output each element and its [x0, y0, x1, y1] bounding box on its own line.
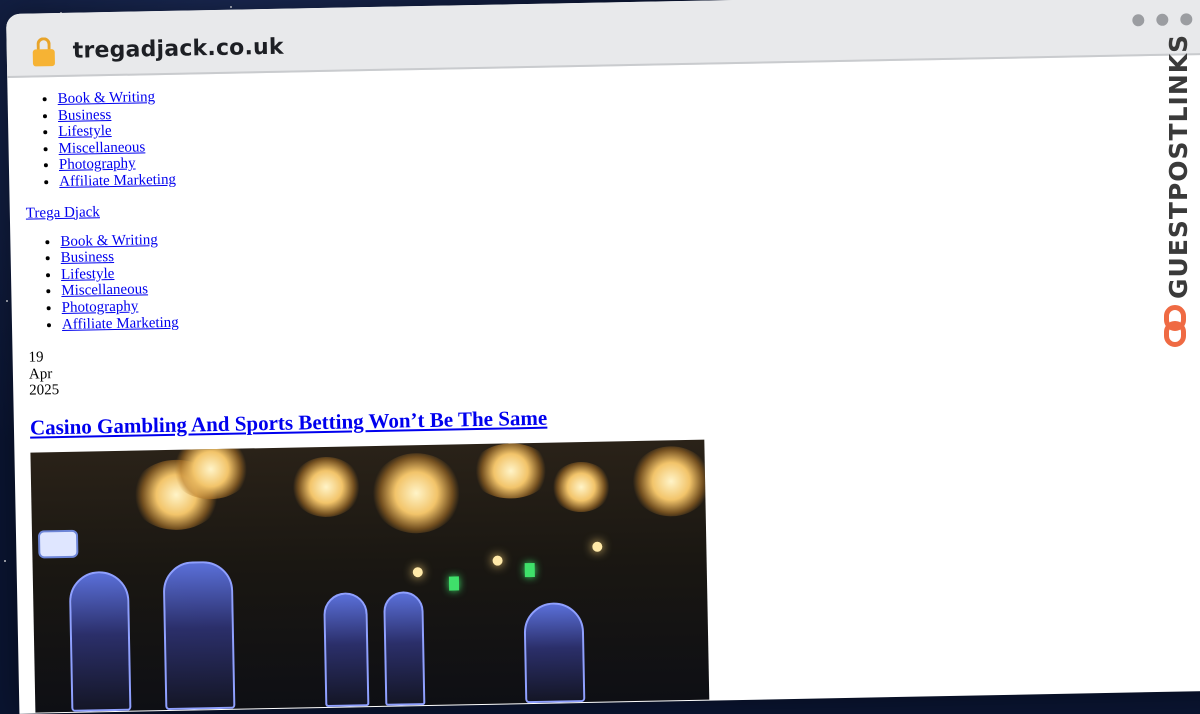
address-bar-url[interactable]: tregadjack.co.uk: [72, 35, 284, 64]
slot-machine: [383, 591, 426, 706]
nav-link-miscellaneous[interactable]: Miscellaneous: [58, 139, 145, 157]
link-chain-icon: [1162, 305, 1190, 349]
chandelier: [370, 452, 463, 534]
star: [230, 6, 232, 8]
slot-machine: [68, 570, 132, 712]
window-dot[interactable]: [1180, 13, 1193, 26]
window-dots-icon[interactable]: [1132, 13, 1193, 27]
nav-link-photography[interactable]: Photography: [61, 298, 138, 315]
nav-link-book-writing[interactable]: Book & Writing: [57, 89, 155, 107]
chandelier: [630, 445, 710, 517]
light: [412, 567, 423, 578]
nav-link-business[interactable]: Business: [61, 249, 115, 266]
browser-window: tregadjack.co.uk Book & Writing Business…: [6, 0, 1200, 714]
nav-link-photography[interactable]: Photography: [59, 156, 136, 173]
star: [4, 560, 6, 562]
site-brand-link[interactable]: Trega Djack: [26, 204, 100, 221]
green-light: [524, 562, 535, 578]
post-title: Casino Gambling And Sports Betting Won’t…: [30, 392, 1200, 440]
light: [592, 541, 603, 552]
chandelier: [470, 442, 552, 500]
slot-machine: [323, 592, 370, 707]
secondary-nav: Book & Writing Business Lifestyle Miscel…: [26, 211, 1200, 334]
casino-sign: [37, 529, 79, 559]
window-dot[interactable]: [1156, 13, 1169, 26]
slot-machine: [523, 601, 586, 704]
nav-link-lifestyle[interactable]: Lifestyle: [58, 123, 112, 140]
nav-link-business[interactable]: Business: [58, 107, 112, 124]
nav-link-book-writing[interactable]: Book & Writing: [60, 232, 158, 250]
post-date: 19 Apr 2025: [28, 327, 1200, 400]
nav-link-affiliate-marketing[interactable]: Affiliate Marketing: [59, 172, 176, 190]
green-light: [448, 576, 460, 591]
slot-machine: [162, 560, 236, 710]
star: [6, 300, 8, 302]
chandelier: [170, 439, 252, 500]
nav-link-affiliate-marketing[interactable]: Affiliate Marketing: [62, 314, 179, 332]
nav-link-lifestyle[interactable]: Lifestyle: [61, 266, 115, 283]
post-title-link[interactable]: Casino Gambling And Sports Betting Won’t…: [30, 406, 548, 440]
post-featured-image[interactable]: [30, 439, 710, 713]
page-content: Book & Writing Business Lifestyle Miscel…: [7, 55, 1200, 714]
chandelier: [550, 461, 612, 513]
chandelier: [290, 456, 362, 518]
window-dot[interactable]: [1132, 14, 1145, 27]
padlock-icon: [32, 37, 56, 67]
nav-link-miscellaneous[interactable]: Miscellaneous: [61, 282, 148, 300]
light: [492, 555, 503, 566]
watermark-text: GUESTPOSTLINKS: [1164, 33, 1193, 299]
primary-nav: Book & Writing Business Lifestyle Miscel…: [23, 69, 1200, 192]
guestpostlinks-watermark: GUESTPOSTLINKS: [1156, 34, 1200, 355]
